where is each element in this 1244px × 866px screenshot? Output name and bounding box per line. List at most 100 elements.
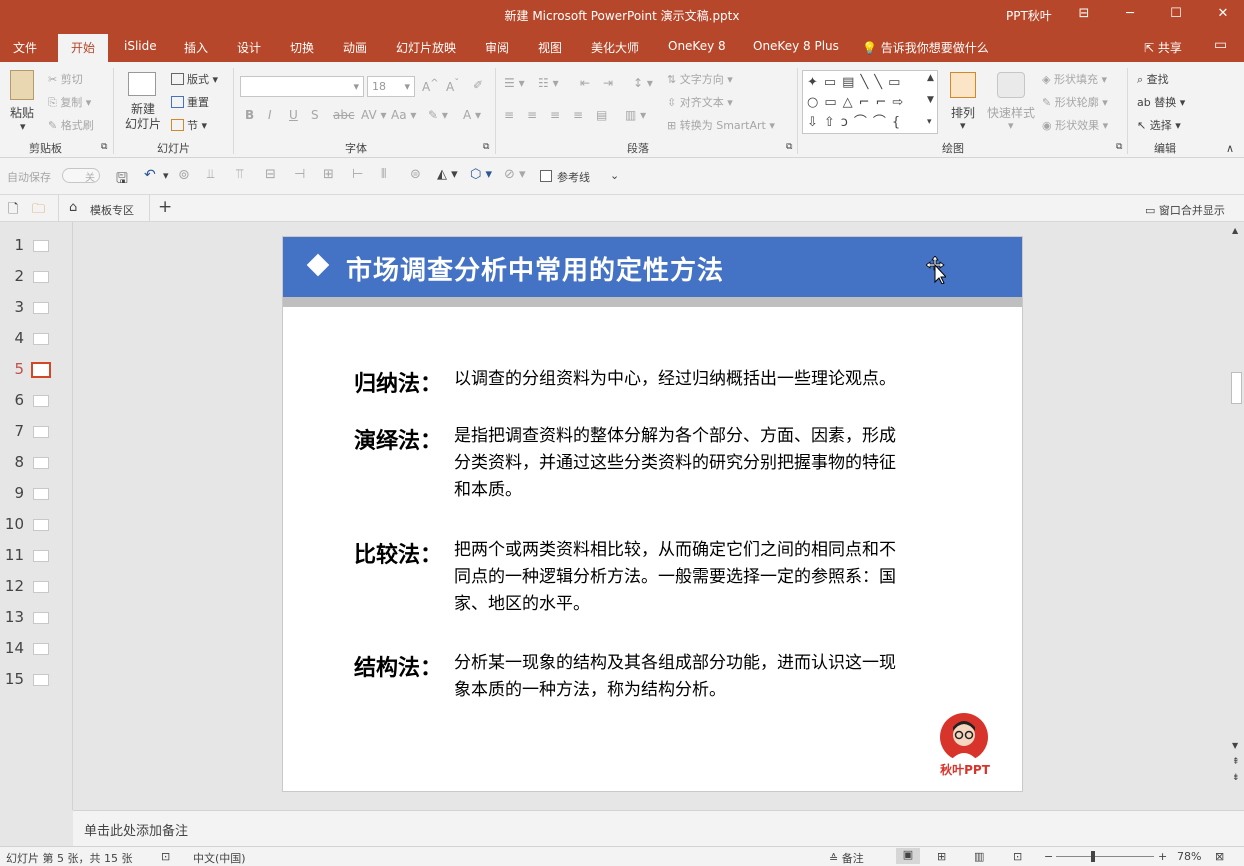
cut-button[interactable]: ✂ 剪切 bbox=[48, 71, 83, 87]
shrink-font-button[interactable]: Aˇ bbox=[446, 78, 459, 94]
tab-onekey8[interactable]: OneKey 8 bbox=[668, 39, 726, 53]
align-text-button[interactable]: ⇳ 对齐文本 ▾ bbox=[667, 94, 733, 110]
slide-thumbnail[interactable] bbox=[33, 395, 49, 407]
notes-placeholder[interactable]: 单击此处添加备注 bbox=[84, 820, 188, 839]
slide-canvas[interactable]: 市场调查分析中常用的定性方法 归纳法： 以调查的分组资料为中心，经过归纳概括出一… bbox=[282, 236, 1023, 792]
smartart-button[interactable]: ⊞ 转换为 SmartArt ▾ bbox=[667, 117, 775, 133]
select-button[interactable]: ↖ 选择 ▾ bbox=[1137, 117, 1181, 133]
increase-indent-icon[interactable]: ⇥ bbox=[603, 76, 613, 90]
slide-thumbnail[interactable] bbox=[31, 362, 51, 378]
undo-dropdown-icon[interactable]: ▾ bbox=[163, 169, 169, 182]
change-case-button[interactable]: Aa ▾ bbox=[391, 108, 416, 122]
open-folder-icon[interactable]: 🗀 bbox=[32, 200, 45, 222]
bullets-icon[interactable]: ☰ ▾ bbox=[504, 76, 525, 90]
decrease-indent-icon[interactable]: ⇤ bbox=[580, 76, 590, 90]
start-from-beginning-icon[interactable]: ⊚ bbox=[178, 167, 190, 183]
find-button[interactable]: ⌕ 查找 bbox=[1137, 71, 1169, 87]
slide-title[interactable]: 市场调查分析中常用的定性方法 bbox=[346, 250, 724, 287]
reading-view-icon[interactable]: ▥ bbox=[974, 850, 984, 863]
slide-thumbnail[interactable] bbox=[33, 488, 49, 500]
shapes-gallery[interactable]: ✦▭▤╲╲▭ ○▭△⌐⌐⇨ ⇩⇧ↄ⌒⌒{ ▲ ▼ ▾ bbox=[802, 70, 938, 134]
shape-effects-button[interactable]: ◉ 形状效果 ▾ bbox=[1042, 117, 1108, 133]
new-document-icon[interactable]: 🗋 bbox=[8, 200, 18, 222]
slide-thumbnail[interactable] bbox=[33, 581, 49, 593]
distribute-h-icon[interactable]: ⫴ bbox=[381, 167, 386, 182]
add-tab-icon[interactable]: + bbox=[158, 197, 172, 217]
distribute-v-icon[interactable]: ⊜ bbox=[410, 167, 421, 182]
slideshow-view-icon[interactable]: ⊡ bbox=[1013, 850, 1022, 863]
slide-thumbnail[interactable] bbox=[33, 612, 49, 624]
tab-view[interactable]: 视图 bbox=[538, 39, 562, 56]
align-center-icon[interactable]: ≡ bbox=[527, 108, 537, 122]
columns-icon[interactable]: ▥ ▾ bbox=[625, 108, 646, 122]
drawing-launcher-icon[interactable]: ⧉ bbox=[1116, 142, 1122, 152]
language-status[interactable]: 中文(中国) bbox=[193, 850, 246, 866]
scroll-thumb[interactable] bbox=[1231, 372, 1242, 404]
section-button[interactable]: 节 ▾ bbox=[171, 117, 207, 133]
method-term[interactable]: 归纳法： bbox=[354, 366, 442, 398]
font-color-button[interactable]: A ▾ bbox=[463, 108, 481, 122]
zoom-out-icon[interactable]: − bbox=[1044, 850, 1053, 863]
numbering-icon[interactable]: ☷ ▾ bbox=[538, 76, 559, 90]
tab-animations[interactable]: 动画 bbox=[343, 39, 367, 56]
fit-to-window-icon[interactable]: ⊠ bbox=[1215, 850, 1224, 863]
more-shapes-icon[interactable]: ▾ bbox=[927, 117, 932, 127]
shape-outline-button[interactable]: ✎ 形状轮廓 ▾ bbox=[1042, 94, 1108, 110]
customize-qat-icon[interactable]: ⌄ bbox=[610, 169, 619, 182]
clear-formatting-icon[interactable]: ✐ bbox=[473, 78, 483, 92]
align-middle-icon[interactable]: ⊞ bbox=[323, 167, 334, 182]
arrange-dropdown-icon[interactable]: ▾ bbox=[960, 119, 966, 132]
method-term[interactable]: 结构法： bbox=[354, 650, 442, 682]
replace-button[interactable]: ab 替换 ▾ bbox=[1137, 94, 1185, 110]
save-icon[interactable]: 🖫 bbox=[116, 168, 128, 192]
tab-home[interactable]: 开始 bbox=[58, 34, 109, 62]
slide-header[interactable]: 市场调查分析中常用的定性方法 bbox=[283, 237, 1022, 297]
paragraph-launcher-icon[interactable]: ⧉ bbox=[786, 142, 792, 152]
slide-thumbnail[interactable] bbox=[33, 457, 49, 469]
tab-insert[interactable]: 插入 bbox=[184, 39, 208, 56]
new-slide-icon[interactable] bbox=[128, 72, 156, 96]
italic-button[interactable]: I bbox=[268, 108, 272, 122]
slide-thumbnail[interactable] bbox=[33, 302, 49, 314]
underline-button[interactable]: U bbox=[289, 108, 298, 122]
distributed-icon[interactable]: ▤ bbox=[596, 108, 607, 122]
tab-review[interactable]: 审阅 bbox=[485, 39, 509, 56]
templates-tab[interactable]: ⌂ 模板专区 bbox=[58, 195, 150, 222]
collapse-ribbon-icon[interactable]: ∧ bbox=[1226, 142, 1234, 155]
shape-fill-button[interactable]: ◈ 形状填充 ▾ bbox=[1042, 71, 1107, 87]
close-icon[interactable]: ✕ bbox=[1212, 4, 1234, 24]
slide-sorter-icon[interactable]: ⊞ bbox=[937, 850, 946, 863]
method-term[interactable]: 比较法： bbox=[354, 537, 442, 569]
align-bottom-icon[interactable]: ⫫ bbox=[207, 167, 214, 182]
format-painter-button[interactable]: ✎ 格式刷 bbox=[48, 117, 94, 133]
tab-onekey8plus[interactable]: OneKey 8 Plus bbox=[753, 39, 839, 53]
next-slide-icon[interactable]: ⇟ bbox=[1232, 773, 1240, 783]
slide-thumbnail[interactable] bbox=[33, 674, 49, 686]
slide-thumbnail[interactable] bbox=[33, 550, 49, 562]
tell-me-box[interactable]: 💡 告诉我你想要做什么 bbox=[862, 39, 989, 56]
normal-view-icon[interactable]: ▣ bbox=[896, 848, 920, 864]
tab-file[interactable]: 文件 bbox=[13, 39, 37, 56]
method-description[interactable]: 是指把调查资料的整体分解为各个部分、方面、因素，形成 分类资料，并通过这些分类资… bbox=[454, 423, 959, 504]
arrange-icon[interactable] bbox=[950, 72, 976, 98]
font-launcher-icon[interactable]: ⧉ bbox=[483, 142, 489, 152]
slide-thumbnail[interactable] bbox=[33, 519, 49, 531]
paste-icon[interactable] bbox=[10, 70, 34, 100]
slide-thumbnail[interactable] bbox=[33, 271, 49, 283]
autosave-toggle[interactable]: 关 bbox=[62, 168, 100, 184]
ribbon-display-icon[interactable]: ⊟ bbox=[1073, 4, 1095, 24]
shape-outline-icon[interactable]: ⬡ ▾ bbox=[470, 167, 492, 182]
shape-effects-icon[interactable]: ⊘ ▾ bbox=[504, 167, 526, 182]
quick-styles-icon[interactable] bbox=[997, 72, 1025, 98]
bold-button[interactable]: B bbox=[245, 108, 254, 122]
zoom-level[interactable]: 78% bbox=[1177, 850, 1201, 863]
tab-meihua[interactable]: 美化大师 bbox=[591, 39, 639, 56]
grow-font-button[interactable]: A^ bbox=[422, 78, 439, 94]
method-term[interactable]: 演绎法： bbox=[354, 423, 442, 455]
align-top-icon[interactable]: ⫪ bbox=[236, 167, 243, 182]
notes-toggle[interactable]: ≙ 备注 bbox=[829, 850, 864, 866]
paste-button[interactable]: 粘贴 bbox=[10, 104, 34, 121]
highlight-icon[interactable]: ✎ ▾ bbox=[428, 108, 448, 122]
minimize-icon[interactable]: ─ bbox=[1119, 4, 1141, 24]
method-description[interactable]: 以调查的分组资料为中心，经过归纳概括出一些理论观点。 bbox=[454, 366, 959, 393]
